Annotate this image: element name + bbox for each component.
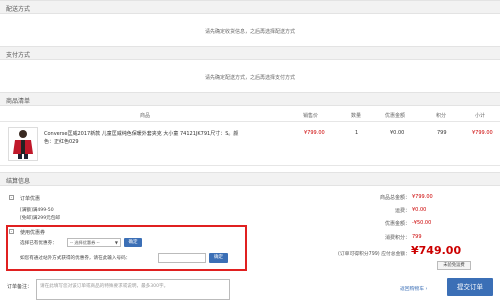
product-subtotal: ¥799.00 (472, 130, 493, 136)
coupon-select-value: -- 选择优惠券 -- (70, 240, 100, 245)
payable-label: (订单可得积分799) 应付总金额： (338, 252, 410, 257)
coupon-confirm-button[interactable]: 确定 (124, 238, 142, 247)
goods-header: 商品清单 (0, 92, 500, 106)
checkout-title: 结算信息 (6, 178, 31, 185)
col-price: 销售价 (303, 113, 319, 119)
col-discount: 优惠金额 (385, 113, 406, 119)
coupon-code-input[interactable] (158, 253, 206, 263)
goods-total-value: ¥799.00 (412, 194, 433, 200)
payable-value: ¥749.00 (411, 244, 462, 257)
chevron-down-icon: ▼ (114, 240, 118, 245)
delivery-header: 配送方式 (0, 0, 500, 14)
payment-notice: 请先确定配送方式，之后再选择支付方式 (204, 75, 295, 81)
product-qty: 1 (355, 130, 359, 136)
col-points: 积分 (436, 113, 447, 119)
delivery-title: 配送方式 (6, 6, 31, 13)
coupon-select-label: 选择已有优惠券： (20, 241, 57, 246)
shipping-value: ¥0.00 (412, 207, 427, 213)
col-subtotal: 小计 (475, 113, 486, 119)
payment-header: 支付方式 (0, 46, 500, 60)
shipping-label: 运费： (394, 208, 410, 214)
order-promo-line: [免邮]满299元包邮 (20, 216, 60, 221)
remark-placeholder: 请在此填写您对该订单或商品的特殊要求或说明，最多300字。 (40, 284, 169, 289)
col-qty: 数量 (351, 113, 362, 119)
coupon-code-confirm-button[interactable]: 确定 (209, 253, 228, 263)
product-discount: ¥0.00 (390, 130, 405, 136)
remark-textarea[interactable]: 请在此填写您对该订单或商品的特殊要求或说明，最多300字。 (36, 279, 230, 300)
collapse-toggle[interactable]: - (9, 195, 14, 200)
collapse-toggle[interactable]: - (9, 229, 14, 234)
col-goods: 商品 (140, 113, 151, 119)
discount-label: 优惠金额： (384, 221, 410, 227)
order-promo-title: 订单优惠 (20, 196, 41, 202)
points-label: 消费积分： (384, 235, 410, 241)
discount-value: -¥50.00 (412, 220, 432, 226)
coupon-select[interactable]: -- 选择优惠券 -- ▼ (67, 238, 121, 247)
goods-title: 商品清单 (6, 98, 31, 105)
remark-label: 订单备注： (7, 284, 33, 290)
jacket-thumbnail (13, 130, 33, 159)
table-row: Converse匡威2017新款 儿童匡威纯色保暖外套夹克 大小童 74121J… (0, 122, 500, 166)
goods-total-label: 商品总金额： (379, 195, 410, 201)
product-image[interactable] (8, 127, 38, 161)
coupon-code-label: 如您有通过站外方式获得的优惠券，请在此输入号码： (20, 256, 131, 261)
delivery-notice: 请先确定收货信息，之后再选择配送方式 (204, 29, 295, 35)
product-points: 799 (437, 130, 447, 136)
points-value: 799 (412, 234, 422, 240)
unused-coupon-button[interactable]: 未验免运费 (437, 261, 471, 270)
coupon-title: 使用优惠券 (20, 230, 46, 236)
checkout-header: 结算信息 (0, 172, 500, 186)
goods-table-header: 商品 销售价 数量 优惠金额 积分 小计 (0, 108, 500, 122)
product-name[interactable]: Converse匡威2017新款 儿童匡威纯色保暖外套夹克 大小童 74121J… (44, 130, 244, 146)
back-to-cart-link[interactable]: 返回购物车 › (400, 285, 427, 292)
submit-order-button[interactable]: 提交订单 (447, 278, 493, 296)
product-price: ¥799.00 (304, 130, 325, 136)
order-promo-line: [满额]满499-50 (20, 208, 54, 213)
payment-title: 支付方式 (6, 52, 31, 59)
